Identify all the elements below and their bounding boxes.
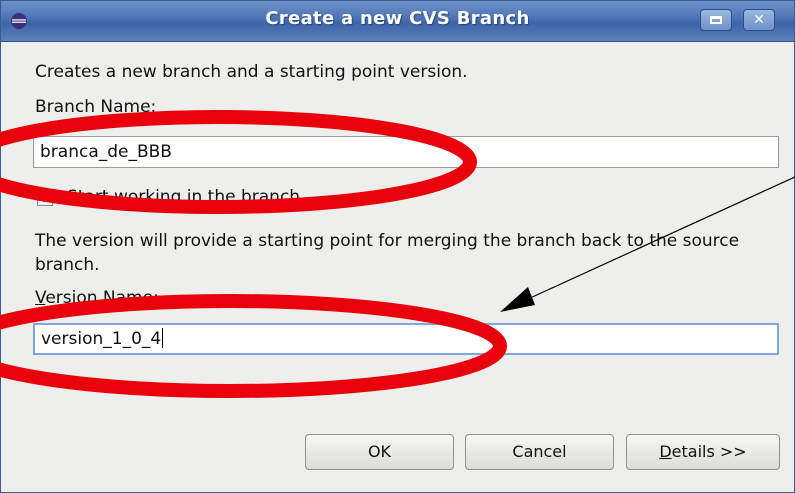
version-name-label: Version Name: [35,288,159,308]
details-label-rest: etails >> [671,442,747,461]
text-caret [162,328,164,348]
branch-name-label: Branch Name: [35,97,157,117]
version-description: The version will provide a starting poin… [35,231,740,275]
version-name-label-rest: ersion Name: [45,288,159,308]
start-working-checkbox[interactable] [37,190,53,206]
cancel-button[interactable]: Cancel [465,434,614,470]
window-title: Create a new CVS Branch [265,8,530,29]
details-mnemonic: D [659,442,672,461]
version-name-mnemonic: V [35,288,46,308]
title-bar[interactable]: Create a new CVS Branch ✕ [1,1,794,42]
version-name-value: version_1_0_4 [41,329,162,349]
start-working-mnemonic: w [113,187,128,207]
maximize-icon [710,16,722,24]
details-button[interactable]: Details >> [626,434,780,470]
ok-button[interactable]: OK [305,434,454,470]
start-working-prefix: Start [67,187,114,207]
maximize-button[interactable] [700,9,732,31]
version-name-input[interactable]: version_1_0_4 [33,323,779,355]
start-working-suffix: orking in the branch [127,187,301,207]
close-button[interactable]: ✕ [743,9,775,31]
checkmark-icon [40,193,50,203]
dialog-window: Create a new CVS Branch ✕ Creates a new … [0,0,795,493]
intro-text: Creates a new branch and a starting poin… [35,62,468,82]
close-icon: ✕ [753,12,765,28]
start-working-label[interactable]: Start working in the branch [67,187,300,207]
branch-name-input[interactable]: branca_de_BBB [33,136,779,168]
